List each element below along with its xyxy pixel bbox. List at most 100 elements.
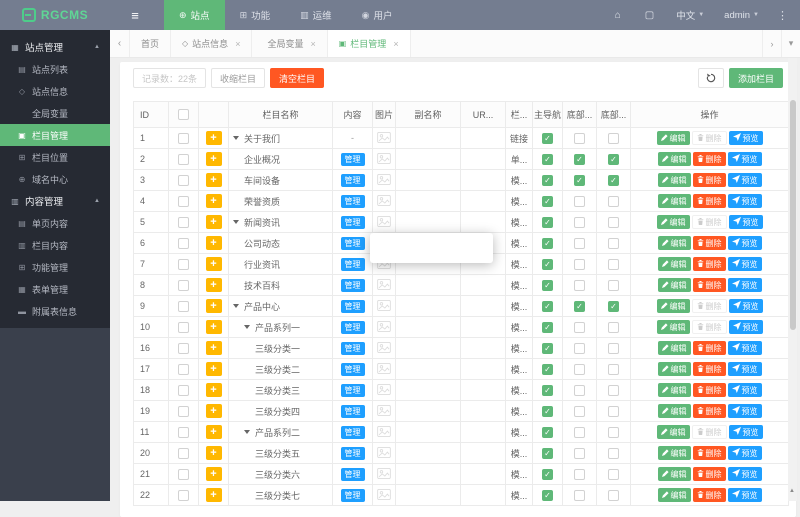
delete-button[interactable]: 删除 xyxy=(692,362,726,376)
sidebar-item-site-list[interactable]: ▤ 站点列表 xyxy=(0,58,110,80)
sidebar-item-attached-table-info[interactable]: ▬ 附属表信息 xyxy=(0,300,110,322)
preview-button[interactable]: 预览 xyxy=(728,320,763,334)
collapse-caret-icon[interactable] xyxy=(233,220,239,227)
clear-cache-icon[interactable]: ▢ xyxy=(633,10,666,21)
footer2-checkbox[interactable] xyxy=(608,237,619,249)
add-category-button[interactable]: 添加栏目 xyxy=(728,68,783,88)
footer1-checkbox[interactable] xyxy=(574,468,585,480)
manage-button[interactable]: 管理 xyxy=(340,362,365,376)
footer2-checkbox[interactable] xyxy=(608,195,619,207)
close-icon[interactable]: × xyxy=(235,39,240,49)
delete-button[interactable]: 删除 xyxy=(692,488,726,502)
preview-button[interactable]: 预览 xyxy=(727,173,762,187)
delete-button[interactable]: 删除 xyxy=(692,173,726,187)
delete-button[interactable]: 删除 xyxy=(691,299,727,313)
manage-button[interactable]: 管理 xyxy=(340,257,365,271)
manage-button[interactable]: 管理 xyxy=(340,194,365,208)
add-child-button[interactable]: + xyxy=(205,488,222,502)
manage-button[interactable]: 管理 xyxy=(340,446,365,460)
main-nav-checkbox[interactable]: ✓ xyxy=(542,195,553,207)
row-checkbox[interactable] xyxy=(178,321,189,333)
main-nav-checkbox[interactable]: ✓ xyxy=(542,321,553,333)
close-icon[interactable]: × xyxy=(310,39,315,49)
footer2-checkbox[interactable]: ✓ xyxy=(608,300,619,312)
add-child-button[interactable]: + xyxy=(205,362,222,376)
manage-button[interactable]: 管理 xyxy=(340,383,365,397)
delete-button[interactable]: 删除 xyxy=(691,320,727,334)
delete-button[interactable]: 删除 xyxy=(691,131,727,145)
add-child-button[interactable]: + xyxy=(205,236,222,250)
add-child-button[interactable]: + xyxy=(205,383,222,397)
add-child-button[interactable]: + xyxy=(205,194,222,208)
add-child-button[interactable]: + xyxy=(205,278,222,292)
scrollbar-track[interactable]: ▲ xyxy=(788,58,797,501)
preview-button[interactable]: 预览 xyxy=(728,215,763,229)
preview-button[interactable]: 预览 xyxy=(727,152,762,166)
tab-scroll-left-icon[interactable]: ‹ xyxy=(110,30,130,57)
scroll-up-icon[interactable]: ▲ xyxy=(789,488,795,494)
delete-button[interactable]: 删除 xyxy=(692,467,726,481)
add-child-button[interactable]: + xyxy=(205,446,222,460)
tab-global-vars[interactable]: 全局变量 × xyxy=(252,30,328,57)
footer1-checkbox[interactable] xyxy=(574,342,585,354)
footer1-checkbox[interactable]: ✓ xyxy=(574,153,585,165)
main-nav-checkbox[interactable]: ✓ xyxy=(542,489,553,501)
manage-button[interactable]: 管理 xyxy=(340,320,365,334)
row-checkbox[interactable] xyxy=(178,342,189,354)
edit-button[interactable]: 编辑 xyxy=(656,131,690,145)
edit-button[interactable]: 编辑 xyxy=(657,257,691,271)
sidebar-item-category-position[interactable]: ⊞ 栏目位置 xyxy=(0,146,110,168)
footer2-checkbox[interactable] xyxy=(608,342,619,354)
delete-button[interactable]: 删除 xyxy=(692,257,726,271)
nav-item-ops[interactable]: ▥ 运维 xyxy=(285,0,347,30)
main-nav-checkbox[interactable]: ✓ xyxy=(542,216,553,228)
refresh-button[interactable] xyxy=(697,68,724,88)
main-nav-checkbox[interactable]: ✓ xyxy=(542,153,553,165)
manage-button[interactable]: 管理 xyxy=(340,152,365,166)
main-nav-checkbox[interactable]: ✓ xyxy=(542,426,553,438)
nav-item-site[interactable]: ⊕ 站点 xyxy=(164,0,225,30)
footer2-checkbox[interactable] xyxy=(608,447,619,459)
language-dropdown[interactable]: 中文 ▼ xyxy=(666,8,714,22)
add-child-button[interactable]: + xyxy=(205,173,222,187)
sidebar-item-category-content[interactable]: ▥ 栏目内容 xyxy=(0,234,110,256)
tab-menu-icon[interactable]: ▾ xyxy=(781,30,800,57)
footer1-checkbox[interactable] xyxy=(574,237,585,249)
edit-button[interactable]: 编辑 xyxy=(657,467,691,481)
manage-button[interactable]: 管理 xyxy=(340,278,365,292)
manage-button[interactable]: 管理 xyxy=(340,488,365,502)
main-nav-checkbox[interactable]: ✓ xyxy=(542,405,553,417)
row-checkbox[interactable] xyxy=(178,300,189,312)
add-child-button[interactable]: + xyxy=(205,404,222,418)
sidebar-item-single-page-content[interactable]: ▤ 单页内容 xyxy=(0,212,110,234)
delete-button[interactable]: 删除 xyxy=(691,215,727,229)
delete-button[interactable]: 删除 xyxy=(692,236,726,250)
footer1-checkbox[interactable] xyxy=(574,279,585,291)
delete-button[interactable]: 删除 xyxy=(691,425,727,439)
edit-button[interactable]: 编辑 xyxy=(656,215,690,229)
edit-button[interactable]: 编辑 xyxy=(657,236,691,250)
footer2-checkbox[interactable] xyxy=(608,321,619,333)
manage-button[interactable]: 管理 xyxy=(340,236,365,250)
menu-toggle-icon[interactable]: ≡ xyxy=(118,0,152,30)
records-count-button[interactable]: 记录数：22条 xyxy=(133,68,207,88)
preview-button[interactable]: 预览 xyxy=(727,278,762,292)
delete-button[interactable]: 删除 xyxy=(692,152,726,166)
tab-scroll-right-icon[interactable]: › xyxy=(762,30,781,57)
main-nav-checkbox[interactable]: ✓ xyxy=(542,300,553,312)
footer1-checkbox[interactable] xyxy=(574,321,585,333)
delete-button[interactable]: 删除 xyxy=(692,194,726,208)
sidebar-item-global-vars[interactable]: 全局变量 xyxy=(0,102,110,124)
collapse-caret-icon[interactable] xyxy=(244,325,250,332)
add-child-button[interactable]: + xyxy=(205,320,222,334)
footer1-checkbox[interactable] xyxy=(574,489,585,501)
nav-item-feature[interactable]: ⊞ 功能 xyxy=(225,0,286,30)
sidebar-item-site-info[interactable]: ◇ 站点信息 xyxy=(0,80,110,102)
footer1-checkbox[interactable]: ✓ xyxy=(574,300,585,312)
preview-button[interactable]: 预览 xyxy=(727,383,762,397)
edit-button[interactable]: 编辑 xyxy=(657,362,691,376)
manage-button[interactable]: 管理 xyxy=(340,404,365,418)
preview-button[interactable]: 预览 xyxy=(727,236,762,250)
tab-category-manage[interactable]: ▣ 栏目管理 × xyxy=(327,30,411,57)
row-checkbox[interactable] xyxy=(178,174,189,186)
